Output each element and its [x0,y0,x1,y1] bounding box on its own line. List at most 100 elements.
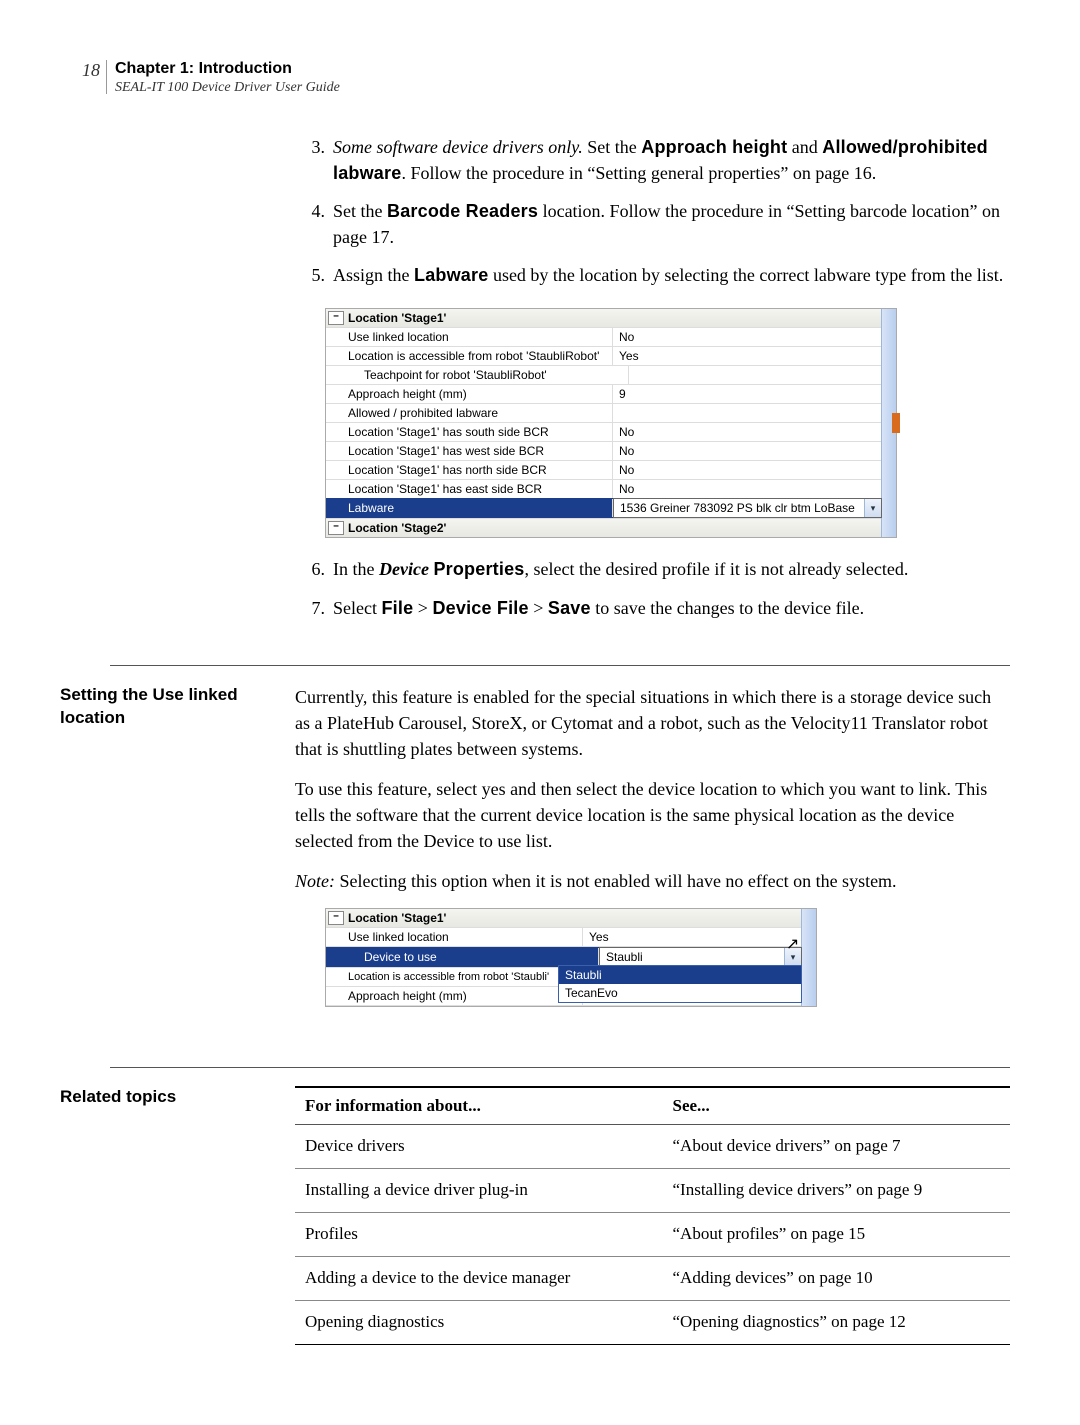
property-label: Location 'Stage1' has north side BCR [326,461,613,479]
dropdown-popup[interactable]: Staubli TecanEvo [558,965,802,1003]
side-marker-icon [892,413,900,433]
step-number: 7. [295,595,333,621]
group-header[interactable]: – Location 'Stage2' [326,519,896,537]
property-value-dropdown[interactable]: Staubli ▾ ↖ [599,947,802,967]
dropdown-option[interactable]: TecanEvo [559,984,801,1002]
section-divider [110,665,1010,666]
step-text: . Follow the procedure in “Setting gener… [401,163,876,183]
term-approach-height: Approach height [641,137,787,157]
property-label: Labware [326,499,613,517]
property-row[interactable]: Approach height (mm)9 [326,385,896,404]
section-linked-location: Setting the Use linked location Currentl… [60,684,1010,1044]
term-device: Device [379,559,429,579]
step-text: Assign the [333,265,414,285]
step-number: 4. [295,198,333,250]
property-label: Location 'Stage1' has east side BCR [326,480,613,498]
group-header[interactable]: – Location 'Stage1' [326,309,896,328]
property-value[interactable]: No [613,423,882,441]
dropdown-option[interactable]: Staubli [559,966,801,984]
topic-cell: Installing a device driver plug-in [295,1169,663,1213]
table-row: Adding a device to the device manager“Ad… [295,1257,1010,1301]
property-label: Location 'Stage1' has west side BCR [326,442,613,460]
collapse-icon[interactable]: – [328,911,344,925]
step-7: 7. Select File > Device File > Save to s… [295,595,1010,621]
section-related-topics: Related topics For information about... … [60,1086,1010,1345]
note-label: Note: [295,871,335,891]
steps-block: 3. Some software device drivers only. Se… [60,134,1010,641]
group-header[interactable]: – Location 'Stage1' [326,909,816,928]
step-text: , select the desired profile if it is no… [525,559,909,579]
reference-cell: “About profiles” on page 15 [663,1213,1010,1257]
procedure-list: 3. Some software device drivers only. Se… [295,134,1010,288]
property-value-dropdown[interactable]: 1536 Greiner 783092 PS blk clr btm LoBas… [613,498,882,518]
property-row[interactable]: Use linked location Yes [326,928,816,947]
guide-title: SEAL-IT 100 Device Driver User Guide [115,80,340,96]
step-text: and [787,137,822,157]
related-topics-table: For information about... See... Device d… [295,1086,1010,1345]
property-label: Use linked location [326,328,613,346]
property-row[interactable]: Location is accessible from robot 'Staub… [326,347,896,366]
property-value[interactable]: 9 [613,385,882,403]
collapse-icon[interactable]: – [328,311,344,325]
table-row: Device drivers“About device drivers” on … [295,1125,1010,1169]
property-label: Approach height (mm) [326,385,613,403]
property-value[interactable]: No [613,328,882,346]
reference-cell: “Installing device drivers” on page 9 [663,1169,1010,1213]
dropdown-value: Staubli [606,950,643,964]
property-label: Approach height (mm) [326,987,583,1005]
property-value[interactable]: No [613,442,882,460]
step-text: Set the [583,137,642,157]
property-row[interactable]: Location 'Stage1' has south side BCRNo [326,423,896,442]
dropdown-value: 1536 Greiner 783092 PS blk clr btm LoBas… [620,501,855,515]
step-text: Set the [333,201,387,221]
table-row: Installing a device driver plug-in“Insta… [295,1169,1010,1213]
property-value[interactable]: No [613,480,882,498]
property-label: Location 'Stage1' has south side BCR [326,423,613,441]
property-label: Use linked location [326,928,583,946]
property-value[interactable] [613,411,882,415]
note-body: Selecting this option when it is not ena… [335,871,897,891]
property-value[interactable] [629,373,882,377]
property-row[interactable]: Location 'Stage1' has east side BCRNo [326,480,896,498]
term-barcode-readers: Barcode Readers [387,201,538,221]
step-text: to save the changes to the device file. [591,598,864,618]
chevron-down-icon[interactable]: ▾ [864,499,881,517]
group-title: Location 'Stage2' [348,521,446,535]
step-4: 4. Set the Barcode Readers location. Fol… [295,198,1010,250]
property-value[interactable]: Yes [583,928,802,946]
property-value[interactable]: No [613,461,882,479]
paragraph: To use this feature, select yes and then… [295,776,1010,854]
property-row[interactable]: Use linked locationNo [326,328,896,347]
property-row[interactable]: Allowed / prohibited labware [326,404,896,423]
page: 18 Chapter 1: Introduction SEAL-IT 100 D… [0,0,1080,1425]
property-grid-linked[interactable]: – Location 'Stage1' Use linked location … [325,908,817,1007]
note: Note: Selecting this option when it is n… [295,868,1010,894]
collapse-icon[interactable]: – [328,521,344,535]
table-header: For information about... [295,1087,663,1125]
section-heading: Setting the Use linked location [60,684,295,1044]
reference-cell: “Adding devices” on page 10 [663,1257,1010,1301]
step-5: 5. Assign the Labware used by the locati… [295,262,1010,288]
topic-cell: Profiles [295,1213,663,1257]
property-row[interactable]: Teachpoint for robot 'StaubliRobot' [326,366,896,385]
property-value[interactable]: Yes [613,347,882,365]
table-header: See... [663,1087,1010,1125]
step-3: 3. Some software device drivers only. Se… [295,134,1010,186]
page-number: 18 [60,60,106,81]
reference-cell: “About device drivers” on page 7 [663,1125,1010,1169]
topic-cell: Opening diagnostics [295,1301,663,1345]
topic-cell: Adding a device to the device manager [295,1257,663,1301]
table-row: Profiles“About profiles” on page 15 [295,1213,1010,1257]
property-row[interactable]: Location 'Stage1' has west side BCRNo [326,442,896,461]
group-title: Location 'Stage1' [348,911,446,925]
property-row-labware[interactable]: Labware 1536 Greiner 783092 PS blk clr b… [326,498,896,519]
cursor-icon: ↖ [786,934,799,954]
term-labware: Labware [414,265,488,285]
property-grid-stage1[interactable]: – Location 'Stage1' Use linked locationN… [325,308,897,538]
step-text: In the [333,559,379,579]
page-header: 18 Chapter 1: Introduction SEAL-IT 100 D… [60,60,1010,96]
section-divider [110,1067,1010,1068]
property-row[interactable]: Location 'Stage1' has north side BCRNo [326,461,896,480]
scrollbar[interactable] [801,909,816,1006]
procedure-list: 6. In the Device Properties, select the … [295,556,1010,620]
